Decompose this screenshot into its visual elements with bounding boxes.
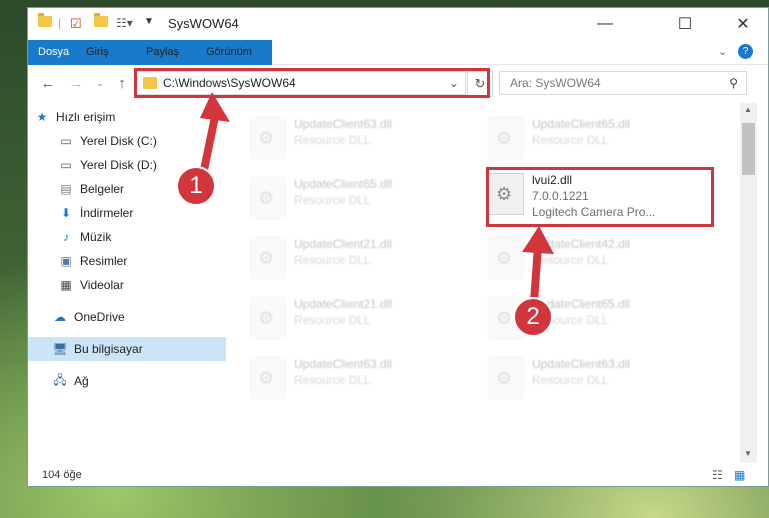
- arrow-2-head: [522, 226, 554, 254]
- annotation-arrows: [200, 92, 554, 306]
- arrow-1-shaft: [200, 108, 220, 174]
- step-badge-1: 1: [176, 166, 216, 206]
- arrow-2-shaft: [530, 242, 542, 306]
- arrow-1-head: [200, 92, 230, 122]
- step-badge-2: 2: [513, 297, 553, 337]
